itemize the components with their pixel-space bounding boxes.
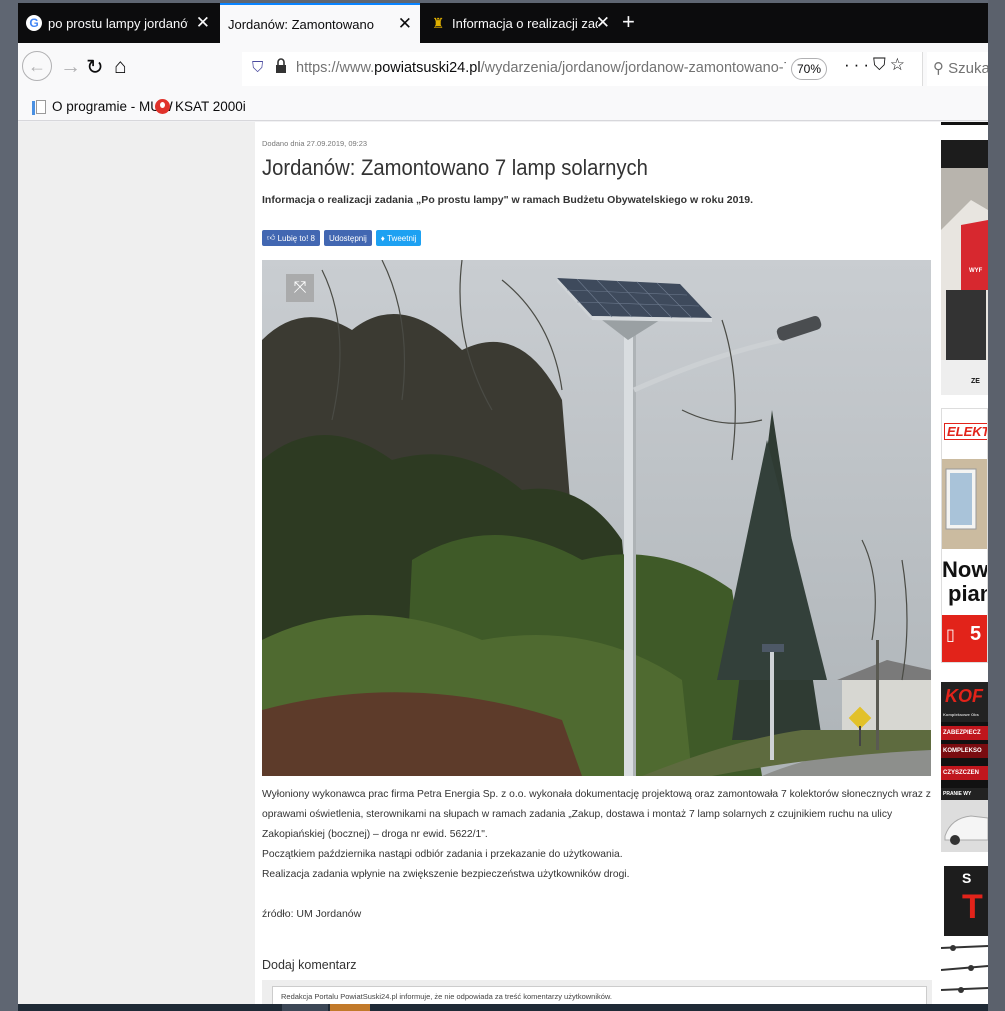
article: Dodano dnia 27.09.2019, 09:23 Jordanów: … [255, 122, 937, 1007]
window-image [942, 459, 987, 549]
article-source: źródło: UM Jordanów [262, 908, 362, 920]
tab-article[interactable]: Jordanów: Zamontowano 7 lam ✕ [220, 3, 420, 43]
phone-icon: ▯ [946, 627, 955, 644]
desktop-edge [988, 0, 1005, 1011]
bookmark-o-programie[interactable]: O programie - MUW [32, 99, 173, 115]
publish-date: Dodano dnia 27.09.2019, 09:23 [262, 139, 368, 148]
url-prefix: https://www. [296, 60, 375, 76]
bookmark-star-icon[interactable]: ☆ [890, 55, 909, 74]
solar-lamp-photo [262, 260, 931, 776]
facebook-like-button[interactable]: 👍︎ Lubię to! 8 [262, 230, 320, 246]
right-sidebar-ads: WYF ZE ELEKT Nowo pian ▯ 5 KOF [937, 122, 988, 1007]
reload-icon[interactable]: ↻ [86, 55, 104, 80]
google-icon: G [26, 15, 42, 31]
close-icon[interactable]: ✕ [196, 14, 210, 31]
car-image [941, 800, 988, 852]
tab-title: Informacja o realizacji zadania [452, 15, 598, 31]
curtain-rod-image [941, 938, 988, 1007]
lock-icon[interactable] [275, 57, 287, 75]
ad-tag: Kompleksowe Obs [943, 712, 979, 717]
ad-banner-kof[interactable]: KOF Kompleksowe Obs ZABEZPIECZ KOMPLEKSO… [941, 682, 988, 852]
thumbs-up-icon: 👍︎ [267, 233, 278, 242]
page-margin-left [18, 122, 254, 1007]
ad-line: CZYSZCZEN [941, 766, 988, 780]
ad-price: 5 [970, 623, 982, 645]
article-photo-solar-lamp[interactable]: ⤧ [262, 260, 931, 776]
paragraph: Realizacja zadania wpłynie na zwiększeni… [262, 869, 630, 880]
article-title: Jordanów: Zamontowano 7 lamp solarnych [262, 155, 648, 180]
ad-letter: S [962, 870, 972, 886]
pocket-icon[interactable]: ⛉ [873, 55, 890, 74]
article-lead: Informacja o realizacji zadania „Po pros… [262, 194, 754, 206]
tab-information[interactable]: ♜ Informacja o realizacji zadania ✕ [422, 3, 618, 43]
tab-title: po prostu lampy jordanów - Sz [48, 15, 188, 31]
tab-title: Jordanów: Zamontowano 7 lam [228, 16, 378, 32]
search-placeholder: Szuka [948, 60, 988, 77]
close-icon[interactable]: ✕ [596, 14, 610, 31]
ad-price-box: ▯ 5 [942, 615, 987, 662]
ad-text: ZE [971, 378, 980, 385]
bookmarks-toolbar: O programie - MUW KSAT 2000i [18, 95, 988, 121]
ad-brand: ELEKT [944, 423, 987, 440]
ad-header: KOF Kompleksowe Obs [941, 682, 988, 722]
navigation-bar: ← → ↻ ⌂ ⛉ https://www.powiatsuski24.pl/w… [18, 43, 988, 95]
ad-banner-building[interactable]: WYF ZE [941, 140, 988, 395]
ad-badge-text: WYF [969, 268, 983, 274]
home-icon[interactable]: ⌂ [114, 55, 127, 79]
back-arrow-icon[interactable]: ← [22, 51, 52, 81]
new-tab-plus-icon[interactable]: + [622, 9, 635, 35]
taskbar-item[interactable] [282, 1004, 328, 1011]
ad-dark-panel: S T [944, 866, 988, 936]
comments-heading: Dodaj komentarz [262, 958, 357, 972]
crest-icon: ♜ [431, 14, 445, 31]
social-buttons: 👍︎ Lubię to! 8 Udostępnij ♦ Tweetnij [262, 230, 422, 250]
ksat-logo-icon [155, 99, 170, 114]
bookmark-label: KSAT 2000i [175, 99, 246, 114]
tab-google-search[interactable]: G po prostu lampy jordanów - Sz ✕ [18, 3, 218, 43]
ad-headline: Nowo [942, 557, 988, 582]
more-actions-icon[interactable]: ··· [844, 55, 873, 74]
ad-brand: KOF [945, 686, 983, 706]
search-input[interactable]: ⚲ Szuka [927, 52, 988, 86]
article-body: Wyłoniony wykonawca prac firma Petra Ene… [262, 785, 932, 885]
url-path: /wydarzenia/jordanow/jordanow-zamontowan… [480, 60, 786, 76]
search-icon: ⚲ [933, 60, 949, 77]
tweet-label: Tweetnij [387, 233, 417, 243]
taskbar [18, 1004, 988, 1011]
document-icon [32, 99, 46, 115]
forward-arrow-icon[interactable]: → [60, 55, 81, 79]
url-domain: powiatsuski24.pl [374, 60, 481, 76]
facebook-share-button[interactable]: Udostępnij [323, 230, 372, 246]
like-label: Lubię to! 8 [277, 233, 315, 243]
url-text[interactable]: https://www.powiatsuski24.pl/wydarzenia/… [296, 60, 786, 76]
comments-box: Redakcja Portalu PowiatSuski24.pl inform… [262, 980, 932, 1007]
tab-bar: G po prostu lampy jordanów - Sz ✕ Jordan… [18, 3, 988, 43]
page-viewport: Dodano dnia 27.09.2019, 09:23 Jordanów: … [18, 122, 988, 1007]
zoom-indicator[interactable]: 70% [791, 58, 827, 80]
ad-banner-bottom[interactable]: S T [941, 866, 988, 1007]
expand-icon[interactable]: ⤧ [286, 274, 314, 302]
ad-banner-top[interactable] [941, 122, 988, 125]
paragraph: Początkiem października nastąpi odbiór z… [262, 849, 623, 860]
ad-line: ZABEZPIECZ [941, 726, 988, 740]
close-icon[interactable]: ✕ [398, 15, 412, 32]
ad-letter: T [962, 888, 983, 926]
taskbar-item[interactable] [330, 1004, 370, 1011]
ad-line: KOMPLEKSO [941, 744, 988, 758]
bookmark-ksat[interactable]: KSAT 2000i [155, 99, 246, 114]
browser-window: G po prostu lampy jordanów - Sz ✕ Jordan… [18, 3, 988, 1007]
page-actions: ···⛉☆ [844, 55, 909, 75]
ad-headline: pian [948, 581, 987, 606]
paragraph: Wyłoniony wykonawca prac firma Petra Ene… [262, 789, 931, 840]
ad-banner-elektro[interactable]: ELEKT Nowo pian ▯ 5 [941, 408, 988, 663]
ad-line: PRANIE WY [941, 788, 988, 800]
tweet-button[interactable]: ♦ Tweetnij [375, 230, 422, 246]
shield-icon[interactable]: ⛉ [252, 59, 263, 76]
